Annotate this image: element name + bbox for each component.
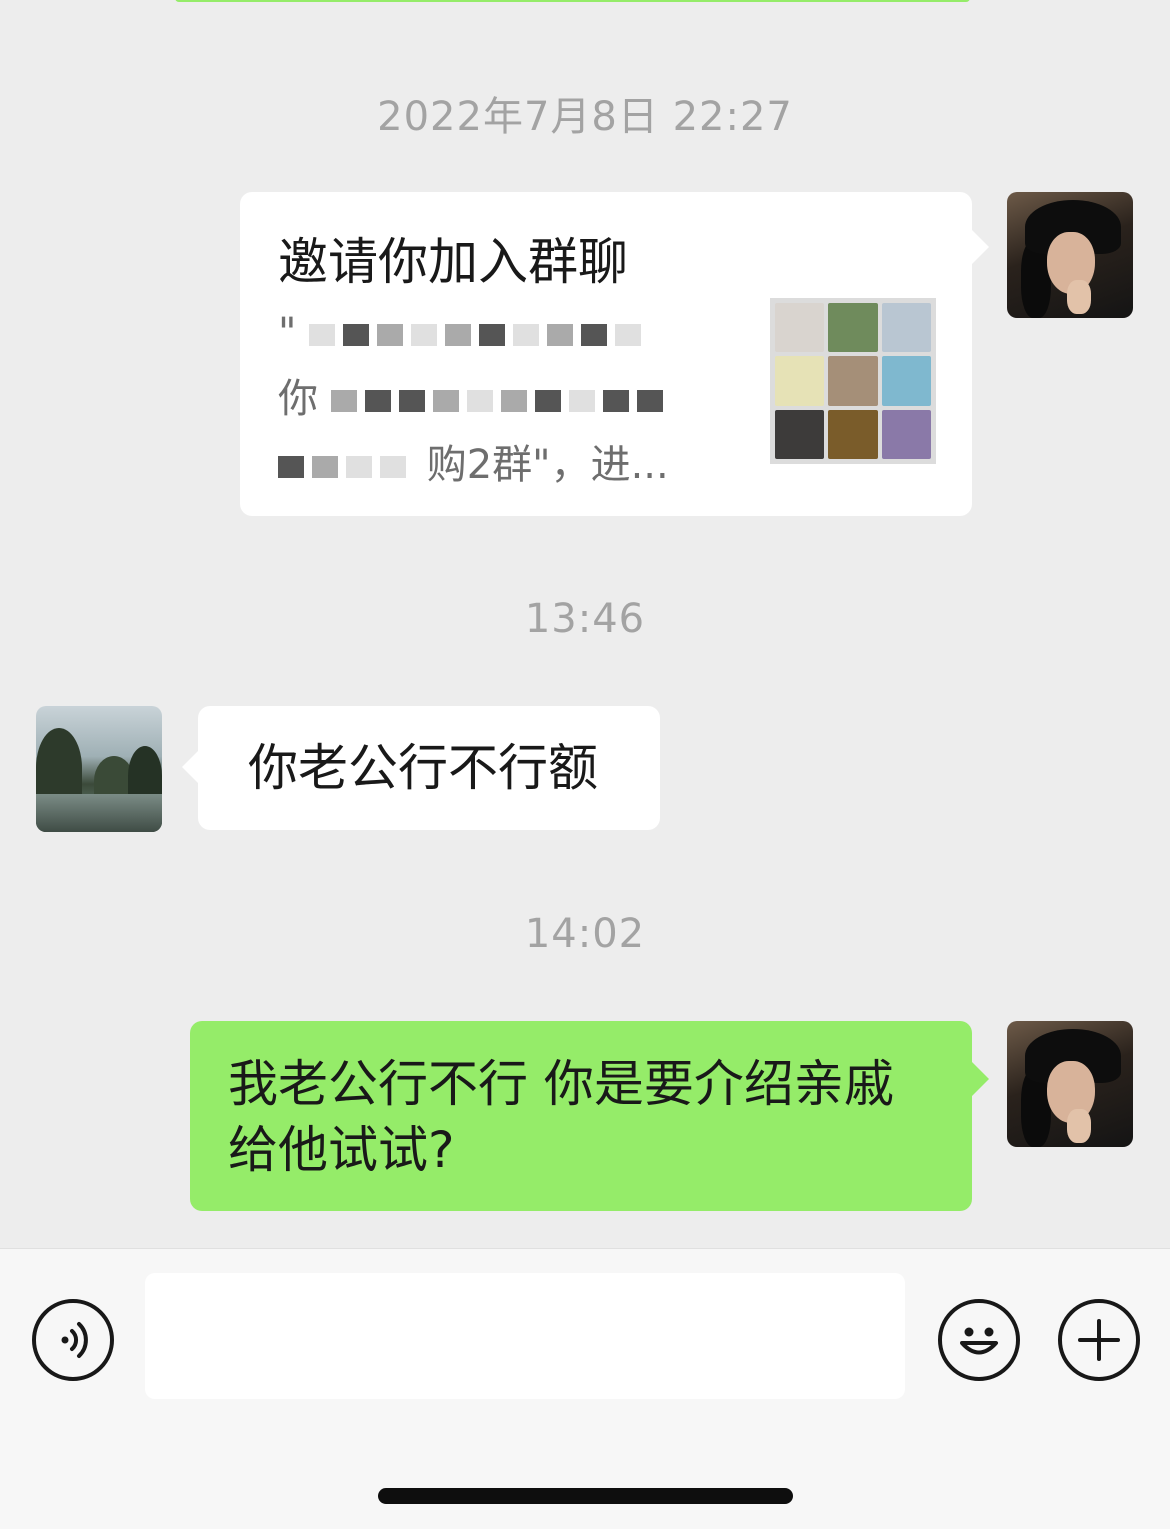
previous-message-bubble-edge: [175, 0, 970, 2]
message-input[interactable]: [145, 1273, 905, 1399]
timestamp: 14:02: [524, 911, 646, 957]
outgoing-message-bubble[interactable]: 我老公行不行 你是要介绍亲戚给他试试?: [190, 1021, 972, 1211]
emoji-icon: [960, 1327, 998, 1355]
group-invite-card[interactable]: 邀请你加入群聊 " 你 购2群"，进...: [240, 192, 972, 516]
message-text: 你老公行不行额: [248, 739, 598, 797]
incoming-message-bubble[interactable]: 你老公行不行额: [198, 706, 660, 830]
self-avatar[interactable]: [1007, 1021, 1133, 1147]
invite-title: 邀请你加入群聊: [278, 233, 628, 291]
bubble-tail: [972, 1062, 989, 1096]
invite-desc-text: 你: [278, 376, 318, 422]
more-button[interactable]: [1058, 1299, 1140, 1381]
self-avatar[interactable]: [1007, 192, 1133, 318]
voice-button[interactable]: [32, 1299, 114, 1381]
group-avatar-grid: [770, 298, 936, 464]
contact-avatar[interactable]: [36, 706, 162, 832]
plus-icon: [1078, 1319, 1120, 1361]
chat-input-bar: [0, 1248, 1170, 1529]
timestamp: 2022年7月8日 22:27: [377, 94, 793, 140]
invite-desc-text: ": [278, 310, 297, 356]
invite-description: " 你 购2群"，进...: [278, 300, 733, 498]
emoji-button[interactable]: [938, 1299, 1020, 1381]
bubble-tail: [182, 750, 199, 784]
message-text: 我老公行不行 你是要介绍亲戚给他试试?: [228, 1055, 894, 1179]
timestamp: 13:46: [524, 596, 646, 642]
invite-desc-text: 购2群"，进...: [426, 442, 669, 488]
voice-icon: [61, 1322, 88, 1358]
bubble-tail: [972, 230, 989, 264]
home-indicator: [378, 1488, 793, 1504]
